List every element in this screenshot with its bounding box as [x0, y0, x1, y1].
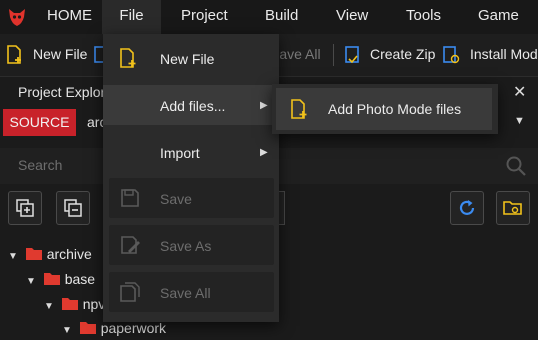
- menu-item-add-photo-mode-files[interactable]: Add Photo Mode files: [276, 88, 492, 130]
- close-icon[interactable]: ✕: [513, 82, 526, 102]
- file-menu-dropdown: New File Add files... ▶ Import ▶ Save Sa…: [103, 34, 279, 322]
- menu-item-label: Add Photo Mode files: [328, 101, 462, 117]
- add-photo-mode-icon: [291, 99, 307, 119]
- install-mod-button[interactable]: Install Mod: [470, 46, 538, 62]
- app-logo-icon[interactable]: [6, 6, 28, 28]
- save-all-icon: [120, 282, 140, 302]
- menu-item-label: Save: [160, 191, 192, 207]
- chevron-down-icon: ▼: [62, 325, 72, 336]
- search-icon[interactable]: [505, 155, 527, 177]
- tree-row[interactable]: ▼ paperwork: [62, 320, 166, 340]
- menu-view[interactable]: View: [336, 0, 368, 34]
- chevron-down-icon[interactable]: ▼: [514, 115, 525, 127]
- chevron-right-icon: ▶: [260, 147, 268, 158]
- refresh-button[interactable]: [450, 191, 484, 225]
- new-file-icon[interactable]: [5, 44, 25, 66]
- menu-item-label: Save As: [160, 238, 212, 254]
- expand-all-icon: [16, 199, 34, 217]
- open-folder-button[interactable]: [496, 191, 530, 225]
- tree-item-label: npv: [82, 296, 106, 312]
- tree-item-label: paperwork: [100, 320, 167, 336]
- menu-game[interactable]: Game: [478, 0, 519, 34]
- create-zip-icon[interactable]: [343, 44, 363, 66]
- new-file-icon: [120, 48, 136, 68]
- collapse-all-button[interactable]: [56, 191, 90, 225]
- menu-item-new-file[interactable]: New File: [103, 38, 273, 78]
- chevron-down-icon: ▼: [26, 276, 36, 287]
- folder-icon: [25, 248, 42, 260]
- save-icon: [121, 189, 139, 207]
- chevron-down-icon: ▼: [44, 301, 54, 312]
- menu-item-import[interactable]: Import ▶: [103, 132, 273, 172]
- tree-row[interactable]: ▼ archive: [8, 246, 92, 266]
- menu-item-save-as[interactable]: Save As: [109, 225, 274, 265]
- chevron-right-icon: ▶: [260, 100, 268, 111]
- menu-item-add-files[interactable]: Add files... ▶: [103, 85, 273, 125]
- add-files-submenu: Add Photo Mode files: [272, 84, 498, 134]
- menu-tools[interactable]: Tools: [406, 0, 441, 34]
- folder-open-icon: [503, 201, 522, 215]
- menu-build[interactable]: Build: [265, 0, 298, 34]
- menu-item-label: Add files...: [160, 98, 226, 114]
- toolbar-separator: [333, 44, 334, 66]
- folder-icon: [43, 273, 60, 285]
- menu-home[interactable]: HOME: [47, 0, 92, 34]
- chevron-down-icon: ▼: [8, 251, 18, 262]
- menu-item-label: New File: [160, 51, 215, 67]
- tree-item-label: archive: [46, 246, 92, 262]
- menu-item-save[interactable]: Save: [109, 178, 274, 218]
- tree-item-label: base: [64, 271, 96, 287]
- source-badge: SOURCE: [3, 109, 76, 136]
- menu-project[interactable]: Project: [181, 0, 228, 34]
- menu-item-label: Import: [160, 145, 200, 161]
- create-zip-button[interactable]: Create Zip: [370, 46, 435, 62]
- menu-item-save-all[interactable]: Save All: [109, 272, 274, 312]
- menu-item-label: Save All: [160, 285, 211, 301]
- save-as-icon: [121, 236, 140, 254]
- expand-all-button[interactable]: [8, 191, 42, 225]
- collapse-all-icon: [64, 199, 82, 217]
- project-explorer-title: Project Explore: [18, 84, 113, 100]
- menu-file[interactable]: File: [102, 0, 161, 36]
- tree-row[interactable]: ▼ npv: [44, 296, 105, 316]
- search-input[interactable]: Search: [18, 157, 62, 173]
- install-mod-icon[interactable]: [441, 44, 461, 66]
- new-file-button[interactable]: New File: [33, 46, 87, 62]
- tree-row[interactable]: ▼ base: [26, 271, 95, 291]
- refresh-icon: [459, 200, 475, 215]
- folder-icon: [61, 298, 78, 310]
- folder-icon: [79, 322, 96, 334]
